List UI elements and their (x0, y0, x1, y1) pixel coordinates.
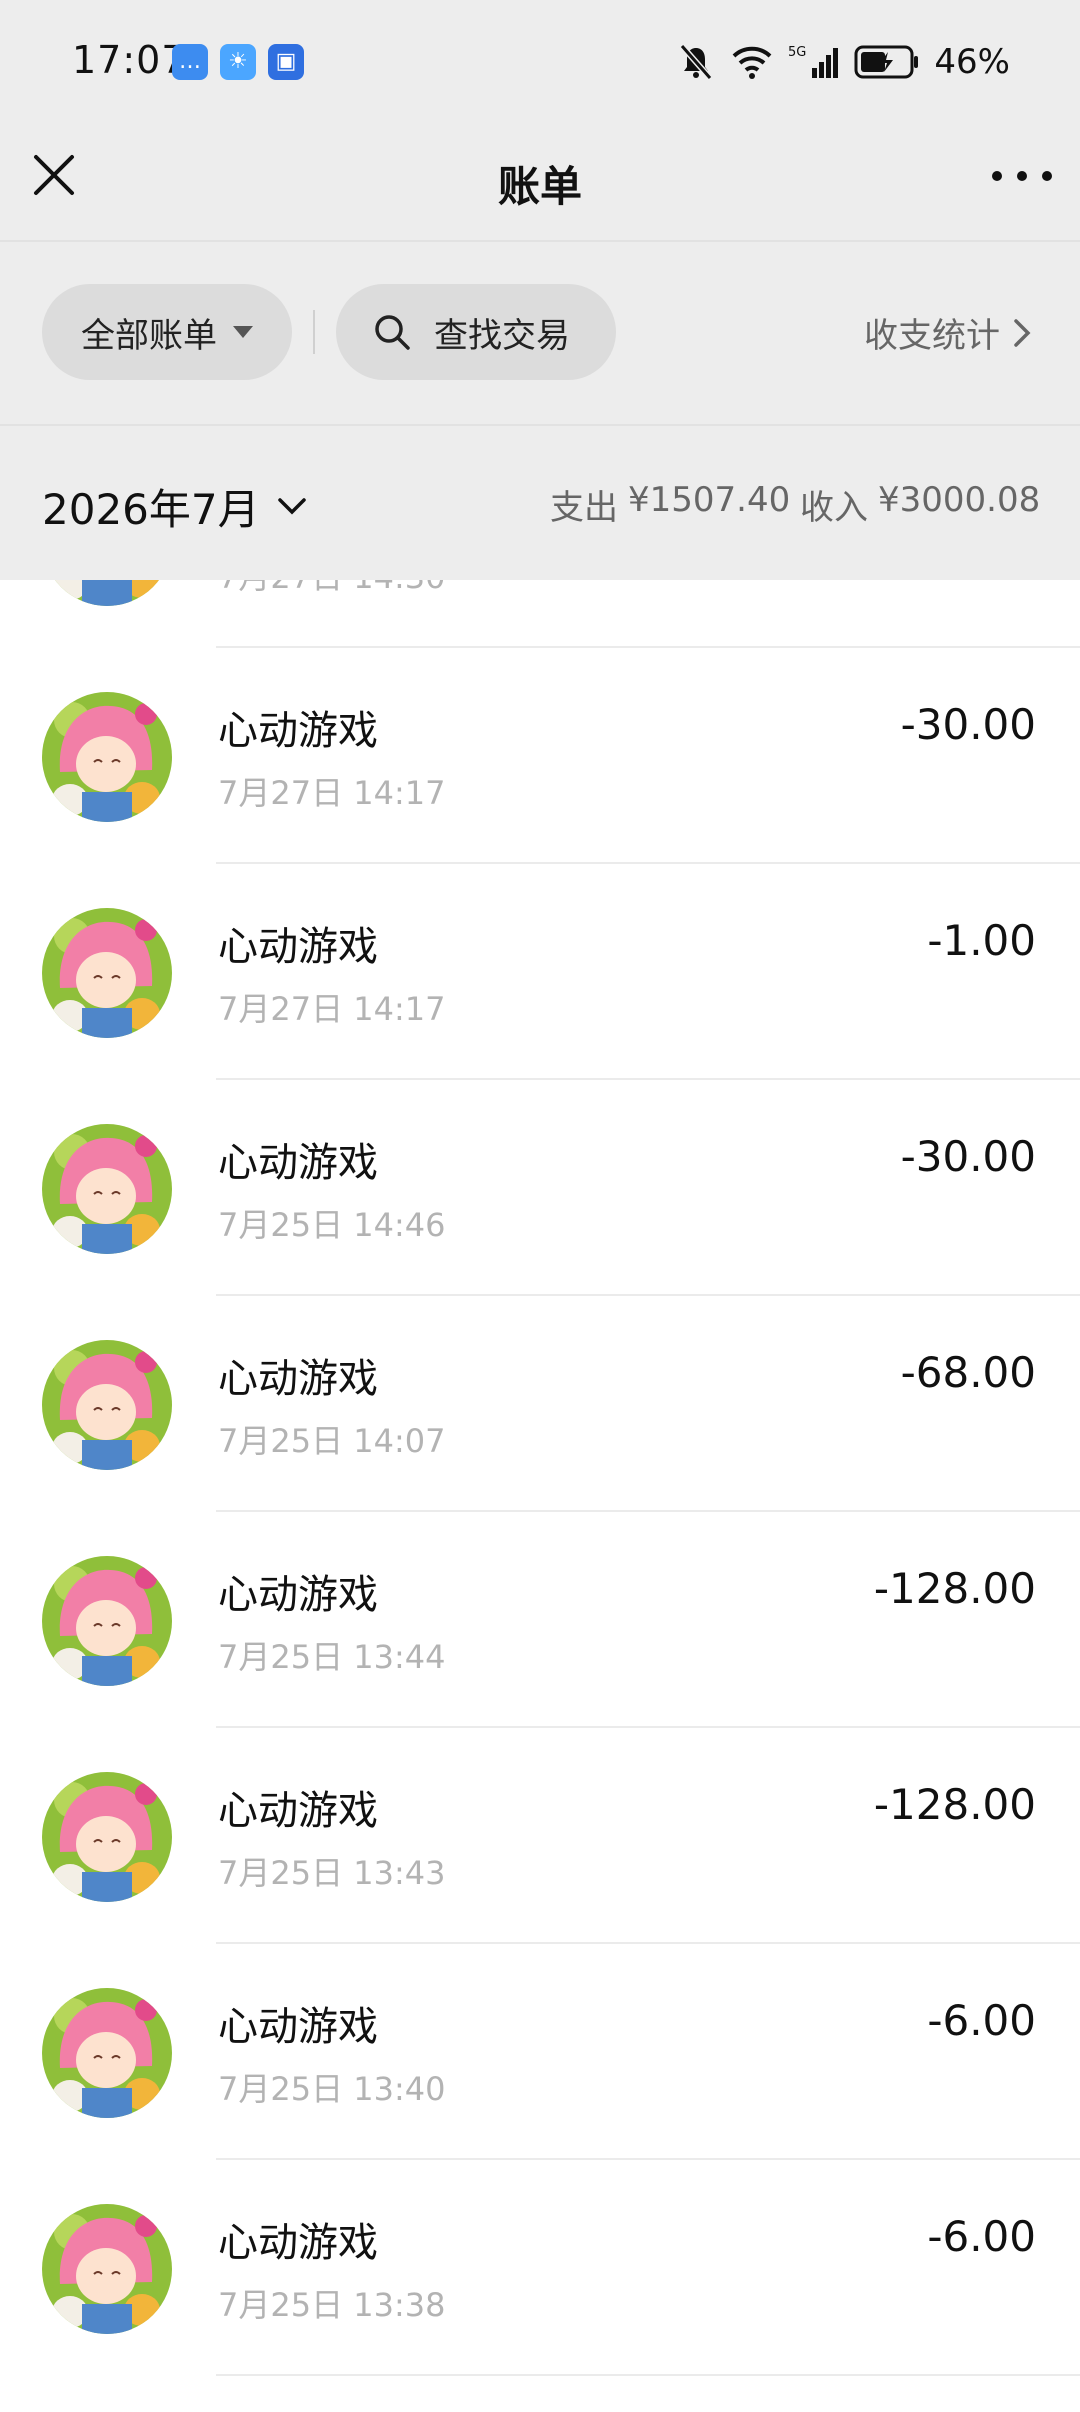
transaction-time: 7月27日 14:17 (218, 990, 446, 1028)
income-expense-stats-link[interactable]: 收支统计 (864, 308, 1032, 357)
transaction-amount: -128.00 (873, 1780, 1036, 1829)
battery-icon (854, 45, 919, 79)
expense-label: 支出 (550, 488, 618, 528)
transaction-time: 7月27日 14:17 (218, 774, 446, 812)
wallet-app-icon: ▣ (268, 44, 304, 80)
stats-label: 收支统计 (864, 316, 1000, 356)
transaction-row[interactable]: 心动游戏 7月25日 14:46 -30.00 (0, 1080, 1080, 1296)
merchant-avatar (42, 1556, 172, 1686)
search-transactions-button[interactable]: 查找交易 (336, 284, 616, 380)
status-time: 17:07 (72, 38, 187, 82)
message-app-icon: … (172, 44, 208, 80)
transaction-amount: -68.00 (900, 1348, 1036, 1397)
weather-app-icon: ☀ (220, 44, 256, 80)
transaction-time: 7月25日 14:07 (218, 1422, 446, 1460)
income-total: ¥3000.08 (878, 480, 1041, 520)
more-options-icon[interactable] (992, 161, 1052, 191)
transaction-amount: -128.00 (873, 1564, 1036, 1613)
chevron-down-icon (277, 497, 306, 514)
transaction-time: 7月25日 14:46 (218, 1206, 446, 1244)
transaction-name: 心动游戏 (218, 1356, 378, 1402)
transaction-list: 7月27日 14:30 心动游戏 7月27日 14:17 -30.00 (0, 432, 1080, 2376)
transaction-row[interactable]: 心动游戏 7月25日 13:44 -128.00 (0, 1512, 1080, 1728)
dropdown-triangle-icon (233, 326, 253, 338)
all-bills-label: 全部账单 (81, 315, 217, 356)
transaction-name: 心动游戏 (218, 1140, 378, 1186)
status-bar: 17:07 … ☀ ▣ 5G 46% (0, 0, 1080, 125)
merchant-avatar (42, 908, 172, 1038)
transaction-row[interactable]: 心动游戏 7月25日 13:40 -6.00 (0, 1944, 1080, 2160)
month-label: 2026年7月 (42, 485, 260, 534)
income-label: 收入 (800, 488, 868, 528)
top-area: 17:07 … ☀ ▣ 5G 46% 账单 全部账单 查找交易 收支统计 202… (0, 0, 1080, 580)
transaction-name: 心动游戏 (218, 1572, 378, 1618)
transaction-row[interactable]: 心动游戏 7月27日 14:17 -1.00 (0, 864, 1080, 1080)
search-icon (375, 315, 410, 350)
title-bar: 账单 (0, 125, 1080, 240)
month-summary-row: 2026年7月 支出 ¥1507.40 收入 ¥3000.08 (0, 426, 1080, 580)
merchant-avatar (42, 1340, 172, 1470)
svg-text:5G: 5G (788, 45, 806, 60)
transaction-row[interactable]: 心动游戏 7月25日 14:07 -68.00 (0, 1296, 1080, 1512)
mute-bell-icon (680, 44, 713, 80)
transaction-amount: -30.00 (900, 700, 1036, 749)
transaction-time: 7月25日 13:44 (218, 1638, 446, 1676)
transaction-amount: -30.00 (900, 1132, 1036, 1181)
wifi-icon (733, 46, 772, 79)
transaction-row[interactable]: 心动游戏 7月25日 13:43 -128.00 (0, 1728, 1080, 1944)
merchant-avatar (42, 692, 172, 822)
all-bills-filter-button[interactable]: 全部账单 (42, 284, 292, 380)
transaction-name: 心动游戏 (218, 2220, 378, 2266)
merchant-avatar (42, 1124, 172, 1254)
row-divider (216, 2374, 1080, 2376)
search-label: 查找交易 (434, 315, 570, 356)
chevron-right-icon (1014, 318, 1031, 347)
merchant-avatar (42, 2204, 172, 2334)
transaction-name: 心动游戏 (218, 2004, 378, 2050)
filter-separator (313, 310, 315, 354)
transaction-time: 7月25日 13:43 (218, 1854, 446, 1892)
filter-row: 全部账单 查找交易 收支统计 (0, 242, 1080, 424)
transaction-name: 心动游戏 (218, 708, 378, 754)
page-title: 账单 (497, 162, 582, 211)
transaction-amount: -6.00 (927, 1996, 1036, 2045)
transaction-row[interactable]: 心动游戏 7月25日 13:38 -6.00 (0, 2160, 1080, 2376)
signal-5g-icon: 5G (788, 45, 839, 78)
transaction-time: 7月25日 13:40 (218, 2070, 446, 2108)
transaction-time: 7月25日 13:38 (218, 2286, 446, 2324)
expense-total: ¥1507.40 (628, 480, 791, 520)
month-selector[interactable]: 2026年7月 (42, 476, 308, 537)
merchant-avatar (42, 1988, 172, 2118)
merchant-avatar (42, 1772, 172, 1902)
status-icons: 5G 46% (676, 40, 1010, 84)
battery-percent: 46% (934, 42, 1010, 82)
transaction-amount: -6.00 (927, 2212, 1036, 2261)
transaction-amount: -1.00 (927, 916, 1036, 965)
transaction-name: 心动游戏 (218, 1788, 378, 1834)
transaction-row[interactable]: 心动游戏 7月27日 14:17 -30.00 (0, 648, 1080, 864)
transaction-name: 心动游戏 (218, 924, 378, 970)
